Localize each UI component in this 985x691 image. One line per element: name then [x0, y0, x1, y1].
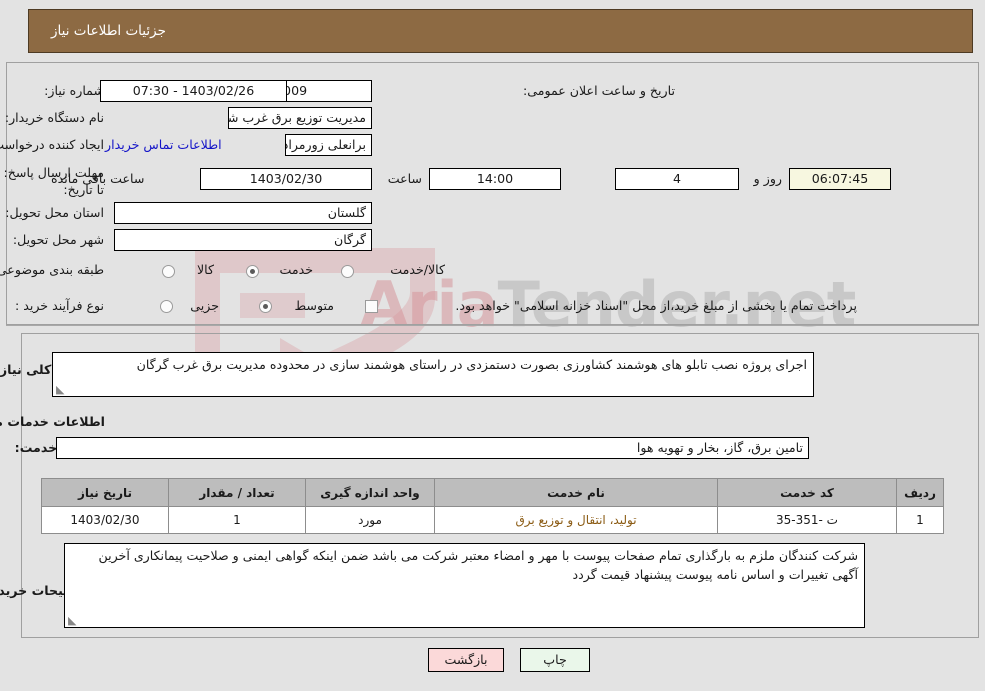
- cell-quantity: 1: [168, 506, 306, 534]
- deadline-hour-value: 14:00: [429, 168, 561, 190]
- deadline-date-value: 1403/02/30: [200, 168, 372, 190]
- category-option-label-2: کالا/خدمت: [390, 262, 445, 277]
- description-value-box: اجرای پروژه نصب تابلو های هوشمند کشاورزی…: [52, 352, 814, 397]
- radio-process-jozei[interactable]: [160, 300, 173, 313]
- title-bar: جزئیات اطلاعات نیاز: [28, 9, 973, 53]
- buyer-org-label: نام دستگاه خریدار:: [4, 110, 104, 125]
- cell-radif: 1: [896, 506, 944, 534]
- buyer-contact-link[interactable]: اطلاعات تماس خریدار: [105, 137, 222, 152]
- cell-date: 1403/02/30: [41, 506, 169, 534]
- radio-process-motevaset[interactable]: [259, 300, 272, 313]
- province-label: استان محل تحویل:: [5, 205, 104, 220]
- remaining-time-label: ساعت باقی مانده: [51, 171, 145, 186]
- table-row: 1 ت -351-35 تولید، انتقال و توزیع برق مو…: [41, 506, 944, 534]
- description-value: اجرای پروژه نصب تابلو های هوشمند کشاورزی…: [136, 357, 807, 372]
- page-root: AriaTender.net جزئیات اطلاعات نیاز شماره…: [0, 0, 985, 691]
- services-table: ردیف کد خدمت نام خدمت واحد اندازه گیری ت…: [41, 478, 944, 534]
- print-button[interactable]: چاپ: [520, 648, 590, 672]
- requester-label: ایجاد کننده درخواست:: [0, 137, 104, 152]
- city-value: گرگان: [114, 229, 372, 251]
- checkbox-islamic-treasury[interactable]: [365, 300, 378, 313]
- announce-date-value: 1403/02/26 - 07:30: [100, 80, 287, 102]
- buyer-notes-value: شرکت کنندگان ملزم به بارگذاری تمام صفحات…: [98, 548, 859, 582]
- category-option-label-0: کالا: [196, 262, 214, 277]
- province-value: گلستان: [114, 202, 372, 224]
- buyer-notes-box: شرکت کنندگان ملزم به بارگذاری تمام صفحات…: [64, 543, 865, 628]
- column-header-name: نام خدمت: [434, 478, 718, 507]
- announce-date-label: تاریخ و ساعت اعلان عمومی:: [523, 83, 675, 98]
- column-header-unit: واحد اندازه گیری: [305, 478, 435, 507]
- cell-code: ت -351-35: [717, 506, 897, 534]
- process-option-label-1: متوسط: [294, 298, 334, 313]
- panel-divider: [6, 325, 979, 326]
- need-number-label: شماره نیاز:: [44, 83, 104, 98]
- buyer-org-value: مدیریت توزیع برق غرب شهرستان گرگان: [228, 107, 372, 129]
- table-header-row: ردیف کد خدمت نام خدمت واحد اندازه گیری ت…: [41, 478, 944, 507]
- radio-category-kala[interactable]: [162, 265, 175, 278]
- column-header-code: کد خدمت: [717, 478, 897, 507]
- page-title: جزئیات اطلاعات نیاز: [51, 23, 166, 39]
- resize-grip-icon-notes[interactable]: ◢: [68, 614, 78, 627]
- remaining-days-value: 4: [615, 168, 739, 190]
- remaining-time-value: 06:07:45: [789, 168, 891, 190]
- city-label: شهر محل تحویل:: [12, 232, 104, 247]
- column-header-date: تاریخ نیاز: [41, 478, 169, 507]
- column-header-quantity: تعداد / مقدار: [168, 478, 306, 507]
- requester-value: برانعلی زورمرادی کاربرداز مدیریت توزیع ب…: [285, 134, 372, 156]
- column-header-radif: ردیف: [896, 478, 944, 507]
- resize-grip-icon[interactable]: ◢: [56, 383, 66, 396]
- service-group-value: تامین برق، گاز، بخار و تهویه هوا: [56, 437, 809, 459]
- back-button[interactable]: بازگشت: [428, 648, 504, 672]
- deadline-hour-label: ساعت: [387, 171, 422, 186]
- category-option-label-1: خدمت: [279, 262, 313, 277]
- process-label: نوع فرآیند خرید :: [14, 298, 104, 313]
- remaining-days-label: روز و: [753, 171, 782, 186]
- cell-name: تولید، انتقال و توزیع برق: [434, 506, 718, 534]
- process-option-label-0: جزیی: [190, 298, 219, 313]
- services-section-title: اطلاعات خدمات مورد نیاز: [0, 414, 105, 429]
- radio-category-kala-khedmat[interactable]: [341, 265, 354, 278]
- treasury-checkbox-label: پرداخت تمام یا بخشی از مبلغ خرید،از محل …: [455, 298, 857, 313]
- cell-unit: مورد: [305, 506, 435, 534]
- radio-category-khedmat[interactable]: [246, 265, 259, 278]
- category-label: طبقه بندی موضوعی:: [0, 262, 104, 277]
